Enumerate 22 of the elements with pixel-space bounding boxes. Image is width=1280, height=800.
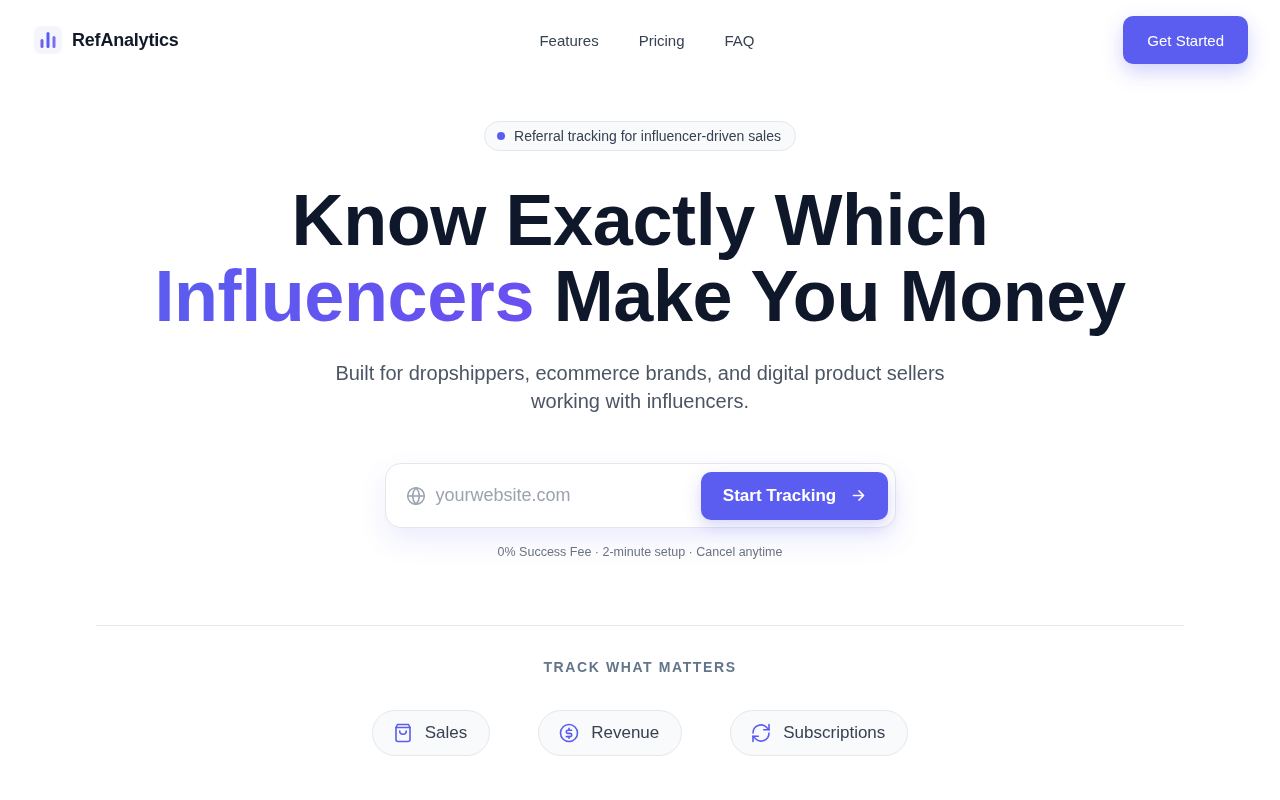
- status-dot-icon: [497, 132, 506, 140]
- metric-label: Sales: [424, 723, 468, 743]
- section-heading: TRACK WHAT MATTERS: [543, 658, 737, 677]
- hero-subtitle: Built for dropshippers, ecommerce brands, and digital product sellers working with influencers.: [334, 361, 946, 414]
- announcement-text: Referral tracking for influencer-driven sales: [514, 128, 781, 144]
- get-started-button[interactable]: Get Started: [1123, 16, 1248, 64]
- hero-heading: Know Exactly Which Influencers Make You Money: [154, 182, 1126, 334]
- globe-icon: [405, 485, 426, 506]
- metric-label: Revenue: [591, 723, 660, 743]
- nav-link[interactable]: FAQ: [724, 31, 755, 49]
- dollar-coin-icon: [559, 723, 580, 743]
- refresh-icon: [751, 723, 772, 743]
- metric-label: Subscriptions: [783, 723, 886, 743]
- signup-note: 0% Success Fee · 2-minute setup · Cancel anytime: [497, 544, 783, 561]
- shopping-bag-icon: [392, 723, 413, 743]
- bar-chart-icon: [34, 26, 62, 54]
- nav-link[interactable]: Pricing: [638, 31, 685, 49]
- website-input[interactable]: yourwebsite.com: [433, 484, 701, 507]
- nav-link[interactable]: Features: [539, 31, 599, 49]
- brand-name: RefAnalytics: [72, 29, 179, 51]
- arrow-right-icon: [852, 489, 866, 502]
- start-tracking-button[interactable]: Start Tracking: [700, 471, 888, 520]
